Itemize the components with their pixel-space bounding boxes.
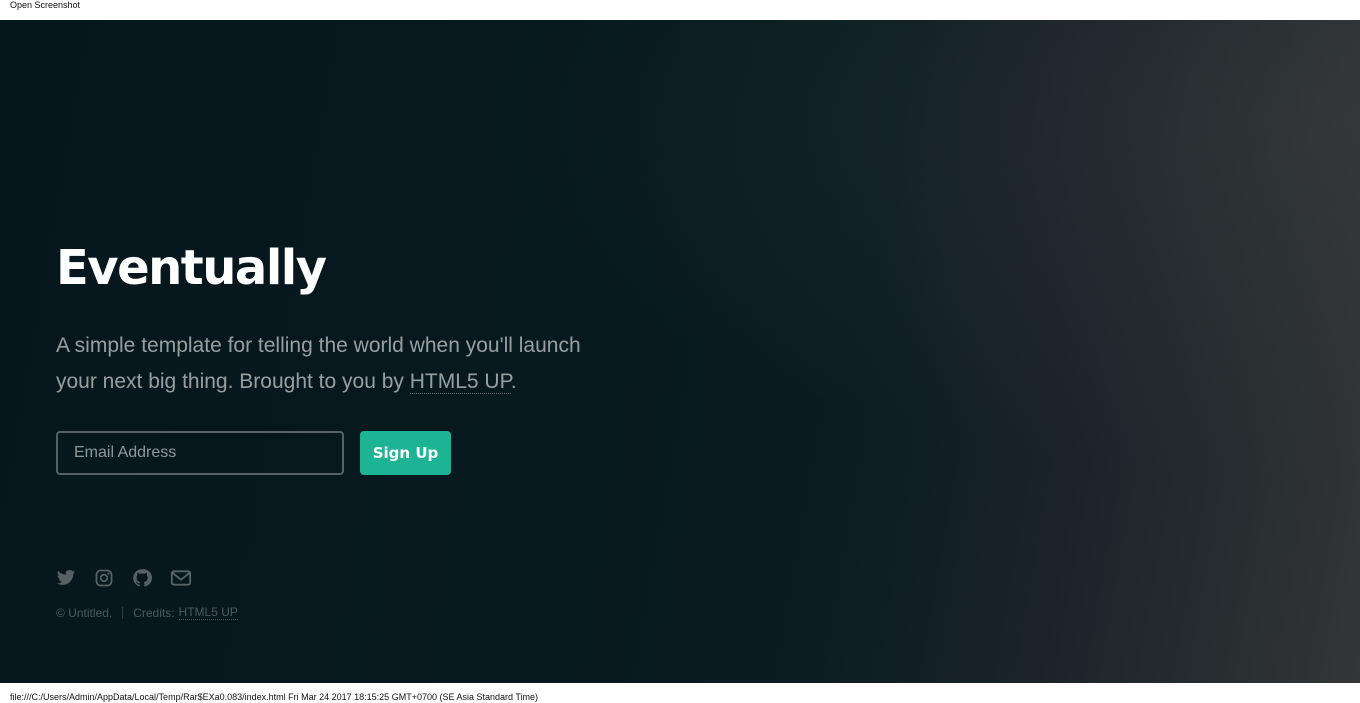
github-icon [133,569,152,587]
copyright-text: © Untitled. [56,605,113,620]
credits-link[interactable]: HTML5 UP [178,605,238,620]
email-link[interactable] [170,568,192,588]
footer-divider [122,606,124,619]
hero-description-suffix: . [510,370,517,393]
page-footer: © Untitled. Credits: HTML5 UP [56,605,238,620]
email-input[interactable] [56,431,344,475]
screenshot-header: Open Screenshot [0,0,1360,20]
twitter-link[interactable] [56,568,76,588]
page-title: Eventually [56,240,327,296]
credits-label: Credits: [133,605,175,620]
instagram-icon [95,569,113,587]
signup-form: Sign Up [56,431,451,475]
twitter-icon [56,570,76,585]
screenshot-title: Open Screenshot [10,0,81,10]
file-path-timestamp: file:///C:/Users/Admin/AppData/Local/Tem… [10,692,539,702]
instagram-link[interactable] [94,568,114,588]
screenshot-footer: file:///C:/Users/Admin/AppData/Local/Tem… [0,683,1360,703]
hero-section: Eventually A simple template for telling… [56,238,616,400]
github-link[interactable] [132,568,152,588]
sign-up-button[interactable]: Sign Up [360,431,451,475]
hero-description: A simple template for telling the world … [56,328,616,400]
social-links [56,568,192,588]
html5up-link[interactable]: HTML5 UP [409,370,511,394]
email-icon [170,570,192,586]
page-viewport: Eventually A simple template for telling… [0,20,1360,683]
